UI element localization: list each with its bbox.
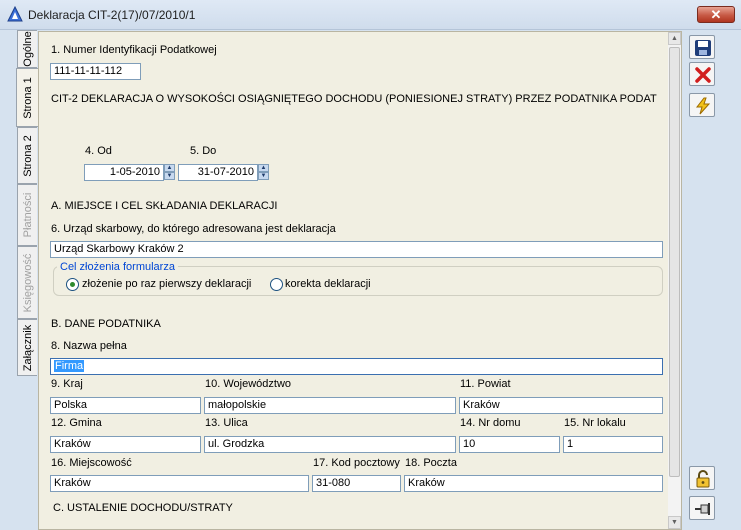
- pin-button[interactable]: [689, 496, 715, 520]
- tab-label: Ogólne: [21, 31, 34, 67]
- spin-up-icon[interactable]: ▲: [164, 164, 175, 172]
- tab-label: Strona 1: [21, 76, 34, 119]
- app-icon: [7, 6, 23, 22]
- name-label: 8. Nazwa pełna: [51, 340, 127, 352]
- flat-number-label: 15. Nr lokalu: [564, 417, 626, 429]
- scroll-up-icon[interactable]: ▲: [668, 32, 681, 45]
- to-date-spinner[interactable]: ▲ ▼: [258, 164, 269, 181]
- street-field[interactable]: ul. Grodzka: [204, 436, 456, 453]
- full-name-value: Firma: [54, 360, 85, 372]
- from-date-field[interactable]: 1-05-2010: [84, 164, 164, 181]
- tab-strip: Ogólne Strona 1 Strona 2 Płatności Księg…: [14, 30, 38, 530]
- purpose-correction-label[interactable]: korekta deklaracji: [285, 278, 371, 290]
- province-field[interactable]: małopolskie: [204, 397, 456, 414]
- tax-office-field[interactable]: Urząd Skarbowy Kraków 2: [50, 241, 663, 258]
- full-name-field[interactable]: Firma: [50, 358, 663, 375]
- tab-strona-2[interactable]: Strona 2: [17, 127, 37, 184]
- section-b-heading: B. DANE PODATNIKA: [51, 318, 161, 330]
- to-label: 5. Do: [190, 145, 217, 157]
- commune-field[interactable]: Kraków: [50, 436, 201, 453]
- tab-platnosci[interactable]: Płatności: [17, 184, 37, 246]
- right-toolbar: [683, 31, 741, 530]
- to-date-field[interactable]: 31-07-2010: [178, 164, 258, 181]
- purpose-group-legend: Cel złożenia formularza: [57, 261, 178, 273]
- county-field[interactable]: Kraków: [459, 397, 663, 414]
- vertical-scrollbar[interactable]: ▲ ▼: [668, 32, 681, 529]
- section-c-heading: C. USTALENIE DOCHODU/STRATY: [53, 502, 233, 514]
- from-date-spinner[interactable]: ▲ ▼: [164, 164, 175, 181]
- declaration-title: CIT-2 DEKLARACJA O WYSOKOŚCI OSIĄGNIĘTEG…: [51, 93, 657, 105]
- spin-down-icon[interactable]: ▼: [164, 172, 175, 180]
- post-office-field[interactable]: Kraków: [404, 475, 663, 492]
- post-office-label: 18. Poczta: [405, 457, 457, 469]
- tab-ogolne[interactable]: Ogólne: [17, 30, 37, 68]
- city-field[interactable]: Kraków: [50, 475, 309, 492]
- pin-icon: [695, 503, 710, 515]
- nip-field[interactable]: 111-11-11-112: [50, 63, 141, 80]
- purpose-correction-radio[interactable]: [270, 278, 283, 291]
- unlock-icon: [696, 470, 710, 488]
- title-bar: Deklaracja CIT-2(17)/07/2010/1 ✕: [0, 0, 741, 30]
- cancel-button[interactable]: [689, 62, 715, 86]
- office-label: 6. Urząd skarbowy, do którego adresowana…: [51, 223, 336, 235]
- tab-label: Księgowość: [21, 253, 34, 312]
- house-number-label: 14. Nr domu: [460, 417, 521, 429]
- scrollbar-thumb[interactable]: [669, 47, 680, 477]
- window-title: Deklaracja CIT-2(17)/07/2010/1: [28, 8, 196, 22]
- province-label: 10. Województwo: [205, 378, 292, 390]
- country-field[interactable]: Polska: [50, 397, 201, 414]
- action-button[interactable]: [689, 93, 715, 117]
- save-button[interactable]: [689, 35, 715, 59]
- flat-number-field[interactable]: 1: [563, 436, 663, 453]
- street-label: 13. Ulica: [205, 417, 248, 429]
- country-label: 9. Kraj: [51, 378, 83, 390]
- postcode-label: 17. Kod pocztowy: [313, 457, 400, 469]
- commune-label: 12. Gmina: [51, 417, 102, 429]
- cancel-icon: [695, 67, 711, 83]
- city-label: 16. Miejscowość: [51, 457, 132, 469]
- postcode-field[interactable]: 31-080: [312, 475, 401, 492]
- spin-down-icon[interactable]: ▼: [258, 172, 269, 180]
- from-label: 4. Od: [85, 145, 112, 157]
- tab-label: Załącznik: [21, 324, 34, 371]
- tab-ksiegowosc[interactable]: Księgowość: [17, 246, 37, 319]
- tab-label: Płatności: [21, 192, 34, 238]
- purpose-first-radio[interactable]: [66, 278, 79, 291]
- unlock-button[interactable]: [689, 466, 715, 490]
- county-label: 11. Powiat: [460, 378, 511, 390]
- save-icon: [695, 40, 711, 56]
- tab-zalacznik[interactable]: Załącznik: [17, 319, 37, 376]
- section-a-heading: A. MIEJSCE I CEL SKŁADANIA DEKLARACJI: [51, 200, 278, 212]
- purpose-first-label[interactable]: złożenie po raz pierwszy deklaracji: [82, 278, 251, 290]
- lightning-icon: [695, 97, 711, 115]
- tab-label: Strona 2: [21, 134, 34, 177]
- spin-up-icon[interactable]: ▲: [258, 164, 269, 172]
- scroll-down-icon[interactable]: ▼: [668, 516, 681, 529]
- form-panel: 1. Numer Identyfikacji Podatkowej 111-11…: [38, 31, 682, 530]
- house-number-field[interactable]: 10: [459, 436, 560, 453]
- nip-label: 1. Numer Identyfikacji Podatkowej: [51, 44, 217, 56]
- window-close-button[interactable]: ✕: [697, 6, 735, 23]
- tab-strona-1[interactable]: Strona 1: [16, 68, 38, 127]
